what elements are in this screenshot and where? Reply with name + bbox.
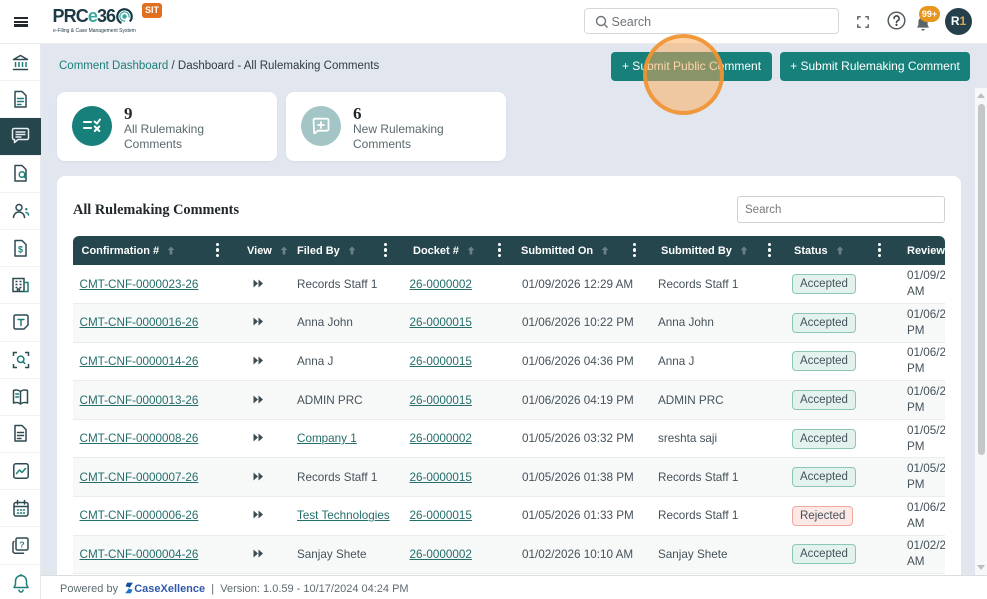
svg-text:?: ? [19,540,24,550]
svg-text:$: $ [18,244,23,254]
